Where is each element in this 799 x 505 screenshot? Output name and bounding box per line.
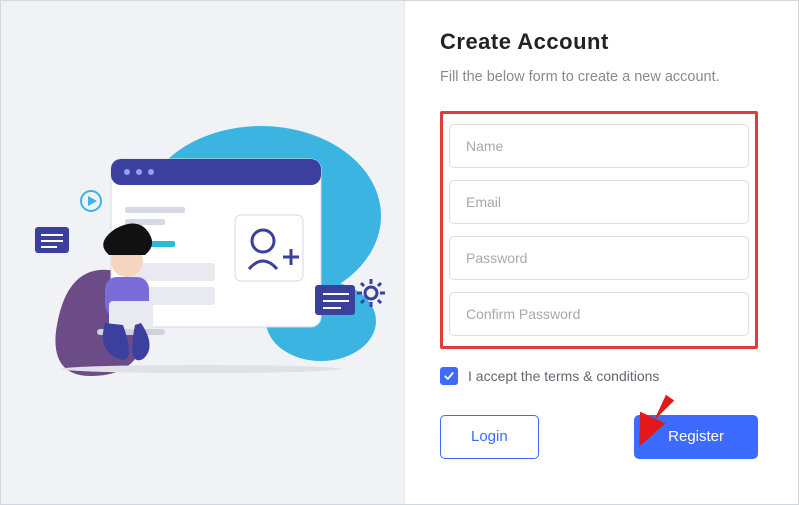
- terms-checkbox[interactable]: [440, 367, 458, 385]
- signup-page: Create Account Fill the below form to cr…: [0, 0, 799, 505]
- page-subtitle: Fill the below form to create a new acco…: [440, 67, 758, 89]
- login-button[interactable]: Login: [440, 415, 539, 459]
- terms-row: I accept the terms & conditions: [440, 367, 758, 385]
- illustration-panel: [1, 1, 405, 504]
- name-input[interactable]: [449, 124, 749, 168]
- email-input[interactable]: [449, 180, 749, 224]
- terms-label: I accept the terms & conditions: [468, 368, 659, 384]
- highlighted-input-group: [440, 111, 758, 349]
- check-icon: [443, 370, 455, 382]
- page-title: Create Account: [440, 29, 758, 55]
- signup-illustration: [1, 1, 405, 504]
- register-form-panel: Create Account Fill the below form to cr…: [405, 1, 798, 504]
- confirm-password-input[interactable]: [449, 292, 749, 336]
- password-input[interactable]: [449, 236, 749, 280]
- action-row: Login Register: [440, 415, 758, 459]
